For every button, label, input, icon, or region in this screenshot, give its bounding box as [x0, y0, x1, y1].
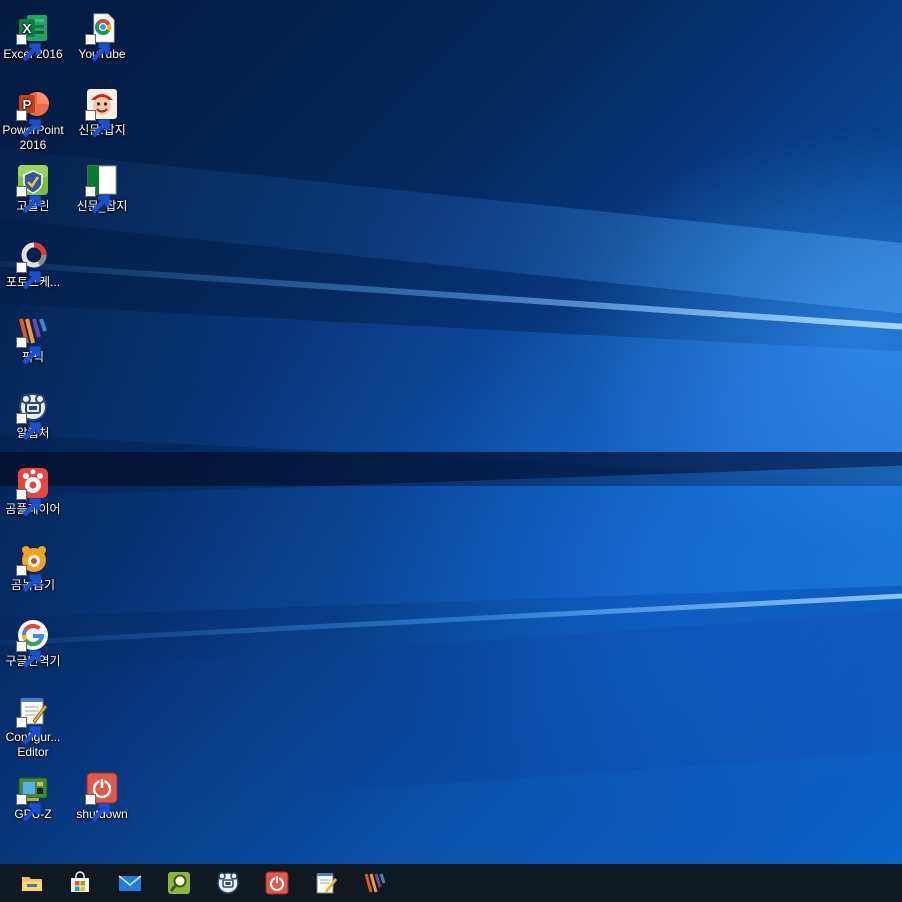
shortcut-arrow-icon: [16, 34, 41, 62]
cartoon-face-icon: [85, 88, 118, 138]
desktop-icon-gomplayer[interactable]: 곰플레이어: [0, 467, 67, 517]
alcapture-icon: [16, 391, 49, 441]
desktop-icon-powerpoint[interactable]: P PowerPoint 2016: [0, 88, 67, 153]
powerpoint-icon: P: [16, 88, 49, 138]
shortcut-arrow-icon: [85, 34, 110, 62]
taskbar: [0, 864, 902, 902]
desktop-icon-youtube[interactable]: YouTube: [68, 12, 136, 62]
desktop-icon-photoscape[interactable]: 포토스케...: [0, 240, 67, 290]
gomrecorder-icon: [16, 543, 49, 593]
desktop-wallpaper: X Excel 2016 YouTube P PowerPoint 2016 신…: [0, 0, 902, 864]
desktop-icon-configuration-editor[interactable]: Configur... Editor: [0, 695, 67, 760]
desktop-icon-alcapture[interactable]: 알캡처: [0, 391, 67, 441]
goclean-icon: [16, 164, 49, 214]
store-icon[interactable]: [66, 869, 94, 897]
shortcut-arrow-icon: [16, 641, 41, 669]
shortcut-arrow-icon: [16, 794, 41, 822]
desktop-icon-gpu-z[interactable]: GPU-Z: [0, 772, 67, 822]
desktop-icon-goclean[interactable]: 고클린: [0, 164, 67, 214]
shortcut-arrow-icon: [16, 186, 41, 214]
desktop-icon-news-magazine[interactable]: 신문.잡지: [68, 88, 136, 138]
file-explorer-icon[interactable]: [18, 869, 46, 897]
gpu-z-icon: [16, 772, 49, 822]
notepad-icon: [16, 695, 49, 745]
shortcut-arrow-icon: [16, 717, 41, 745]
desktop-icon-shutdown[interactable]: shutdown: [68, 772, 136, 822]
shortcut-arrow-icon: [85, 794, 110, 822]
desktop-icon-excel[interactable]: X Excel 2016: [0, 12, 67, 62]
desktop-icon-gomrecorder[interactable]: 곰녹음기: [0, 543, 67, 593]
desktop-icon-news-magazine-2[interactable]: 신문_잡지: [68, 164, 136, 214]
shortcut-arrow-icon: [16, 337, 41, 365]
chrome-icon: [85, 12, 118, 62]
search-app-icon[interactable]: [165, 869, 193, 897]
alcapture-icon[interactable]: [214, 869, 242, 897]
photoscape-icon: [16, 240, 49, 290]
desktop-icon-google-translate[interactable]: 구글번역기: [0, 619, 67, 669]
excel-icon: X: [16, 12, 49, 62]
picpick-icon[interactable]: [361, 869, 389, 897]
shortcut-arrow-icon: [16, 413, 41, 441]
shortcut-arrow-icon: [85, 110, 110, 138]
shortcut-arrow-icon: [16, 565, 41, 593]
shortcut-arrow-icon: [16, 262, 41, 290]
shortcut-arrow-icon: [16, 110, 41, 138]
shortcut-arrow-icon: [16, 489, 41, 517]
gomplayer-icon: [16, 467, 49, 517]
picpick-icon: [16, 315, 49, 365]
desktop-icon-picpick[interactable]: 픽픽: [0, 315, 67, 365]
shortcut-arrow-icon: [85, 186, 110, 214]
mail-icon[interactable]: [116, 869, 144, 897]
google-icon: [16, 619, 49, 669]
green-white-flag-icon: [85, 164, 118, 214]
notepad-icon[interactable]: [312, 869, 340, 897]
power-icon: [85, 772, 118, 822]
shutdown-icon[interactable]: [263, 869, 291, 897]
